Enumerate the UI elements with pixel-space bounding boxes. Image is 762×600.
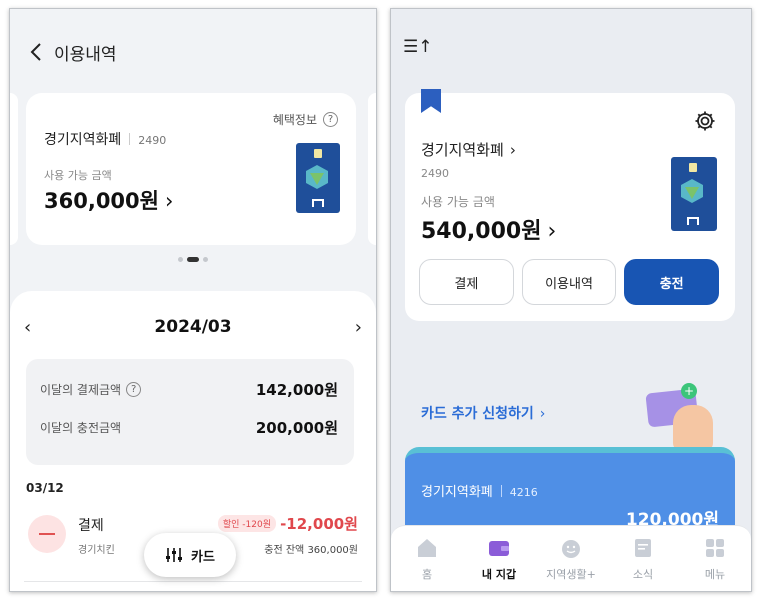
date-heading: 03/12 (26, 481, 64, 495)
summary-label: 이달의 결제금액 (40, 383, 122, 397)
main-card-panel: 경기지역화폐 › 2490 사용 가능 금액 540,000원 › 결제 이용내역 … (405, 93, 735, 321)
charge-button[interactable]: 충전 (624, 259, 720, 305)
payment-minus-icon (28, 515, 66, 553)
card-chip-icon (314, 149, 322, 158)
current-month: 2024/03 (154, 317, 232, 337)
carousel-pagination (178, 257, 208, 262)
transaction-merchant: 경기치킨 (78, 545, 115, 556)
card-number: 2490 (138, 134, 167, 147)
tab-label: 지역생활+ (546, 568, 596, 581)
card-image[interactable] (671, 157, 717, 231)
sliders-icon (166, 548, 183, 562)
gear-icon[interactable] (693, 109, 717, 133)
summary-row-charge: 이달의 충전금액 200,000원 (40, 419, 338, 439)
separator (500, 485, 502, 497)
summary-value: 200,000원 (255, 419, 338, 437)
wallet-card-name: 경기지역화폐 (421, 485, 493, 500)
transaction-balance: 충전 잔액 360,000원 (264, 545, 358, 556)
sort-menu-icon[interactable]: ☰↑ (403, 37, 432, 57)
my-wallet-screen: ☰↑ 경기지역화폐 › 2490 사용 가능 금액 540,000원 › 결제 이용… (390, 8, 752, 592)
card-name-row: 경기지역화폐 2490 (44, 129, 166, 149)
pagination-dot-active[interactable] (187, 257, 199, 262)
pay-button[interactable]: 결제 (419, 259, 514, 305)
available-amount: 540,000원 (421, 219, 542, 244)
local-currency-card[interactable]: 혜택정보 ? 경기지역화폐 2490 사용 가능 금액 360,000원 › (26, 93, 356, 245)
tab-label: 소식 (632, 568, 654, 581)
card-name: 경기지역화폐 (421, 141, 504, 159)
help-icon[interactable]: ? (126, 382, 142, 397)
tab-label: 내 지갑 (481, 568, 517, 581)
tab-news[interactable]: 소식 (607, 526, 679, 591)
available-amount-label: 사용 가능 금액 (44, 169, 112, 182)
monthly-summary: 이달의 결제금액? 142,000원 이달의 충전금액 200,000원 (26, 359, 354, 465)
add-card-link[interactable]: 카드 추가 신청하기 › (421, 403, 545, 423)
available-amount-label: 사용 가능 금액 (421, 195, 495, 209)
news-icon (635, 539, 651, 557)
usage-history-button[interactable]: 이용내역 (521, 259, 617, 305)
tab-my-wallet[interactable]: 내 지갑 (463, 526, 535, 591)
benefit-info-link[interactable]: 혜택정보 ? (273, 111, 338, 128)
tab-local-life[interactable]: 지역생활+ (535, 526, 607, 591)
transaction-amount: -12,000원 (280, 515, 358, 533)
card-brand-mark-icon (687, 217, 699, 225)
available-amount: 360,000원 (44, 189, 159, 213)
tab-home[interactable]: 홈 (391, 526, 463, 591)
separator (129, 133, 131, 145)
hand-illustration (673, 405, 713, 451)
wallet-card-number: 4216 (509, 486, 538, 499)
home-icon (418, 539, 436, 557)
bottom-tab-bar: 홈 내 지갑 지역생활+ 소식 메뉴 (391, 525, 751, 591)
card-number: 2490 (421, 167, 449, 180)
card-name-link[interactable]: 경기지역화폐 › (421, 139, 516, 160)
chevron-right-icon: › (509, 141, 516, 159)
wallet-card-name-row: 경기지역화폐 4216 (421, 481, 538, 500)
plus-icon: + (681, 383, 697, 399)
next-month-icon[interactable]: › (355, 317, 362, 338)
divider (24, 581, 362, 582)
tab-label: 홈 (421, 568, 433, 581)
card-image (296, 143, 340, 213)
local-life-icon (562, 540, 580, 558)
chevron-right-icon: › (164, 189, 174, 213)
tab-menu[interactable]: 메뉴 (679, 526, 751, 591)
chevron-right-icon: › (547, 219, 557, 244)
transaction-type: 결제 (78, 518, 104, 534)
summary-value: 142,000원 (255, 381, 338, 399)
page-title: 이용내역 (54, 45, 117, 65)
available-amount-link[interactable]: 360,000원 › (44, 185, 173, 215)
card-action-buttons: 결제 이용내역 충전 (419, 259, 720, 305)
tab-label: 메뉴 (704, 568, 726, 581)
add-card-label: 카드 추가 신청하기 (421, 406, 534, 422)
chevron-right-icon: › (539, 406, 546, 422)
card-chip-icon (689, 163, 697, 172)
card-brand-mark-icon (312, 199, 324, 207)
usage-history-screen: 이용내역 혜택정보 ? 경기지역화폐 2490 사용 가능 금액 360,000원… (9, 8, 377, 592)
pagination-dot[interactable] (178, 257, 183, 262)
month-selector: ‹ 2024/03 › (10, 313, 376, 343)
wallet-icon (489, 541, 509, 556)
previous-card-peek[interactable] (10, 93, 18, 245)
top-bar: 이용내역 (10, 9, 376, 87)
benefit-info-label: 혜택정보 (272, 113, 317, 127)
card-filter-label: 카드 (191, 549, 215, 565)
summary-row-payment: 이달의 결제금액? 142,000원 (40, 381, 338, 401)
next-card-peek[interactable] (368, 93, 376, 245)
help-icon: ? (323, 112, 338, 127)
menu-grid-icon (706, 539, 724, 557)
pagination-dot[interactable] (203, 257, 208, 262)
summary-label: 이달의 충전금액 (40, 421, 122, 435)
available-amount-link[interactable]: 540,000원 › (421, 213, 556, 245)
card-name: 경기지역화폐 (44, 132, 122, 148)
card-carousel[interactable]: 혜택정보 ? 경기지역화폐 2490 사용 가능 금액 360,000원 › (10, 81, 376, 291)
card-filter-button[interactable]: 카드 (144, 533, 236, 577)
back-arrow-icon[interactable] (26, 41, 48, 63)
discount-badge: 할인 -120원 (217, 515, 276, 532)
